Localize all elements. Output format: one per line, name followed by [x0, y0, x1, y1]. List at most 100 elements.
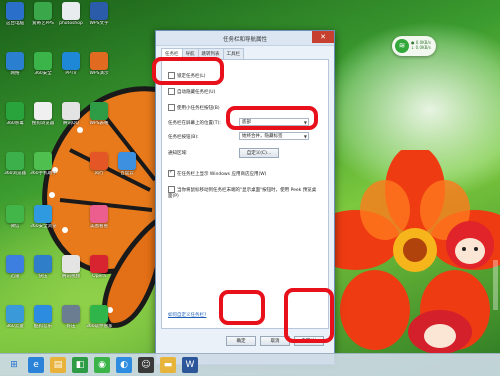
photoshop-icon [62, 2, 80, 20]
desktop-icon-label: Opera [92, 274, 106, 279]
customize-button[interactable]: 自定义(C)... [239, 148, 279, 158]
store-apps-checkbox[interactable] [168, 169, 175, 177]
tab-toolbars[interactable]: 工具栏 [222, 48, 244, 59]
browser-icon [6, 152, 24, 170]
windows-taskbar: ⊞ e ▤ ◧ ◉ ◐ ☺ ▬ W [0, 353, 500, 376]
qq-icon[interactable]: ☺ [138, 357, 154, 373]
ie-icon[interactable]: e [28, 357, 44, 373]
desktop-icon-label: photoshop [59, 21, 83, 26]
desktop-icon-360-mobile[interactable]: 360手机助手 [30, 152, 56, 176]
word-icon[interactable]: W [182, 357, 198, 373]
wps-presentation-icon [90, 52, 108, 70]
small-buttons-option[interactable]: 使用小任务栏按钮(B) [168, 104, 220, 111]
desktop-icon-label: 快压 [38, 274, 48, 279]
help-link[interactable]: 如何自定义任务栏? [168, 312, 206, 318]
gadget-download-speed: ↓ 0.0KB/s [411, 45, 431, 50]
cartoon-character-image [446, 221, 494, 269]
xunlei-icon [6, 255, 24, 273]
haozip-icon [62, 305, 80, 323]
desktop-icon-tencent-qq[interactable]: 腾讯QQ [58, 102, 84, 126]
peek-checkbox[interactable] [168, 186, 175, 193]
computer-icon [6, 2, 24, 20]
network-speed-gadget[interactable]: ≋ ● 0.0KB/s ↓ 0.0KB/s [392, 36, 436, 56]
desktop-icon-tencent-video[interactable]: 腾讯视频 [58, 255, 84, 279]
desktop-icon-360-software[interactable]: 360软件管家 [86, 305, 112, 329]
highlight-apply-button [284, 288, 334, 343]
kugou-icon [34, 305, 52, 323]
qq-icon [62, 102, 80, 120]
small-buttons-label: 使用小任务栏按钮(B) [177, 106, 220, 111]
taskbar-buttons-value: 始终合并，隐藏标签 [242, 134, 283, 139]
desktop-icon-this-pc[interactable]: 这台电脑 [2, 2, 28, 26]
mobile-assistant-icon [34, 152, 52, 170]
desktop-icon-label: 微信 [10, 224, 20, 229]
ok-button[interactable]: 确定 [226, 336, 256, 346]
pptv-icon [62, 52, 80, 70]
desktop-icon-fengxing[interactable]: 风行 [86, 152, 112, 176]
desktop-icon-360-safe[interactable]: 360安全 [30, 52, 56, 76]
desktop-icon-label: 好压 [66, 324, 76, 329]
desktop-icon-label: 爱奇艺PPS [32, 21, 54, 26]
small-buttons-checkbox[interactable] [168, 104, 175, 111]
peek-option[interactable]: 当你将鼠标移动到任务栏末端的"显示桌面"按钮时，使用 Peek 预览桌面(P) [168, 186, 320, 200]
cartoon-character-2-image [408, 310, 472, 354]
network-icon [6, 52, 24, 70]
desktop-icon-sogou-browser[interactable]: 搜狗浏览器 [30, 102, 56, 126]
folder-icon[interactable]: ▬ [160, 357, 176, 373]
desktop-icon-label: PPTV [65, 71, 77, 76]
buttons-label: 任务栏按钮(B): [168, 135, 199, 140]
auto-hide-checkbox[interactable] [168, 88, 175, 95]
auto-hide-label: 自动隐藏任务栏(U) [177, 90, 216, 95]
desktop-icon-label: 360浏览器 [3, 171, 27, 176]
start-icon[interactable]: ⊞ [6, 357, 22, 373]
iqiyi-icon [34, 2, 52, 20]
desktop-icon-iqiyi[interactable]: 爱奇艺PPS [30, 2, 56, 26]
desktop-icon-wps-spreadsheet[interactable]: WPS表格 [86, 102, 112, 126]
desktop-icon-label: 腾讯QQ [62, 121, 80, 126]
desktop-icon-label: 美图看看 [90, 224, 108, 229]
store-apps-option[interactable]: 在任务栏上显示 Windows 应用商店应用(W) [168, 169, 266, 177]
desktop-icon-wps-presentation[interactable]: WPS演示 [86, 52, 112, 76]
dialog-title: 任务栏和导航属性 [222, 37, 267, 43]
chevron-down-icon: ▼ [303, 134, 307, 139]
360-icon[interactable]: ◉ [94, 357, 110, 373]
desktop-icon-wps-writer[interactable]: WPS文字 [86, 2, 112, 26]
desktop-icon-360-browser[interactable]: 360浏览器 [2, 152, 28, 176]
desktop-icon-label: WPS文字 [89, 21, 109, 26]
360-safe-icon [34, 52, 52, 70]
desktop-icon-kuaiya[interactable]: 快压 [30, 255, 56, 279]
close-icon: ✕ [320, 33, 326, 41]
desktop-icon-network[interactable]: 网络 [2, 52, 28, 76]
opera-icon [90, 255, 108, 273]
cloud-icon [118, 152, 136, 170]
desktop-icon-label: 酷狗音乐 [34, 324, 52, 329]
desktop-icon-360-secure-browser[interactable]: 360安全浏览器 [30, 205, 56, 229]
notification-label: 通知区域: [168, 151, 188, 156]
meitu-icon [90, 205, 108, 223]
desktop-icon-haozip[interactable]: 好压 [58, 305, 84, 329]
cloud-drive-icon [6, 305, 24, 323]
desktop-icon-photoshop[interactable]: photoshop [58, 2, 84, 26]
desktop-icon-xunlei[interactable]: 迅雷 [2, 255, 28, 279]
desktop-scrollbar[interactable] [493, 260, 498, 310]
dialog-titlebar[interactable]: 任务栏和导航属性 ✕ [156, 31, 334, 46]
desktop-icon-360-antivirus[interactable]: 360杀毒 [2, 102, 28, 126]
desktop-icon-meitu[interactable]: 美图看看 [86, 205, 112, 229]
browser-icon[interactable]: ◐ [116, 357, 132, 373]
store-icon[interactable]: ◧ [72, 357, 88, 373]
desktop-icon-baidu-cloud[interactable]: 百度云 [114, 152, 140, 176]
desktop-icon-360-cloud[interactable]: 360云盘 [2, 305, 28, 329]
desktop-icon-pptv[interactable]: PPTV [58, 52, 84, 76]
desktop-icon-kugou[interactable]: 酷狗音乐 [30, 305, 56, 329]
location-label: 任务栏在屏幕上的位置(T): [168, 121, 221, 126]
highlight-lock-taskbar [152, 57, 224, 85]
close-button[interactable]: ✕ [312, 31, 334, 43]
explorer-icon[interactable]: ▤ [50, 357, 66, 373]
auto-hide-option[interactable]: 自动隐藏任务栏(U) [168, 88, 215, 95]
peek-label: 当你将鼠标移动到任务栏末端的"显示桌面"按钮时，使用 Peek 预览桌面(P) [168, 188, 317, 199]
taskbar-buttons-select[interactable]: 始终合并，隐藏标签 ▼ [239, 132, 309, 140]
desktop-icon-label: WPS演示 [89, 71, 109, 76]
desktop-icon-wechat[interactable]: 微信 [2, 205, 28, 229]
desktop-icon-opera[interactable]: Opera [86, 255, 112, 279]
highlight-ok-button [219, 290, 265, 325]
